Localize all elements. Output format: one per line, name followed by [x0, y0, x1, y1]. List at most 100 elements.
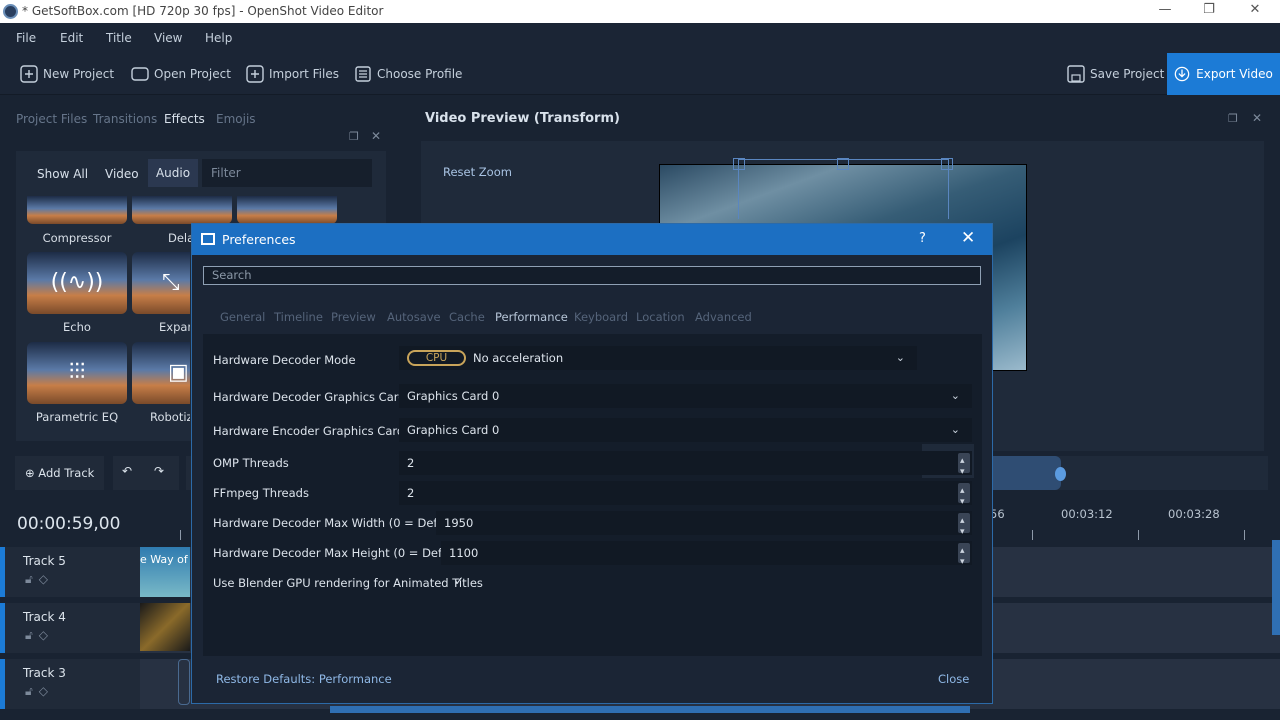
hw-encoder-card-select[interactable]: Graphics Card 0 ⌄ [399, 418, 972, 442]
timeline-scrollbar[interactable] [1272, 540, 1280, 635]
tab-emojis[interactable]: Emojis [216, 112, 256, 126]
menu-file[interactable]: File [16, 31, 36, 45]
spin-arrows[interactable] [958, 449, 970, 484]
export-video-label: Export Video [1196, 67, 1273, 81]
track-header[interactable]: Track 4 🔓︎◇ [0, 603, 140, 653]
horizontal-scrollbar[interactable] [330, 706, 970, 713]
filter-audio[interactable]: Audio [148, 159, 198, 187]
tab-cache[interactable]: Cache [449, 310, 485, 324]
lock-icon[interactable]: 🔓︎◇ [25, 572, 54, 587]
dialog-close-icon[interactable]: ✕ [961, 228, 975, 248]
effect-label: Expanc [159, 320, 190, 334]
filter-input[interactable]: Filter [202, 159, 372, 187]
timeline-clip[interactable] [140, 603, 190, 651]
effect-compressor[interactable]: Compressor [27, 196, 127, 245]
zoom-slider-handle[interactable] [1055, 467, 1066, 481]
transform-handle[interactable] [837, 158, 849, 170]
hw-encoder-card-value: Graphics Card 0 [407, 423, 500, 437]
close-button[interactable]: Close [938, 672, 969, 686]
minimize-button[interactable]: — [1150, 2, 1180, 20]
spin-arrows[interactable] [958, 479, 970, 514]
preview-title: Video Preview (Transform) [425, 111, 620, 126]
open-project-button[interactable]: Open Project [131, 63, 231, 85]
hw-decoder-card-value: Graphics Card 0 [407, 389, 500, 403]
robot-thumbnail: ▣ [132, 342, 190, 404]
effect-tile[interactable] [237, 196, 337, 224]
tab-keyboard[interactable]: Keyboard [574, 310, 628, 324]
filter-video[interactable]: Video [105, 167, 139, 181]
lock-icon[interactable]: 🔓︎◇ [25, 628, 54, 643]
max-width-value: 1950 [444, 516, 474, 530]
hw-decoder-mode-value: No acceleration [473, 351, 564, 365]
track-header[interactable]: Track 3 🔓︎◇ [0, 659, 140, 709]
timeline-clip[interactable]: e Way of W [140, 547, 202, 597]
hw-decoder-card-select[interactable]: Graphics Card 0 ⌄ [399, 384, 972, 408]
import-files-button[interactable]: Import Files [246, 63, 339, 85]
tab-preview[interactable]: Preview [331, 310, 376, 324]
transform-handle[interactable] [941, 158, 953, 170]
track-name: Track 5 [23, 554, 66, 568]
zoom-slider-track[interactable] [993, 456, 1268, 490]
omp-threads-spinbox[interactable]: 2 [399, 449, 972, 484]
add-track-button[interactable]: ⊕ Add Track [15, 456, 104, 490]
chevron-down-icon: ⌄ [950, 423, 960, 436]
filter-show-all[interactable]: Show All [37, 167, 88, 181]
hw-decoder-mode-select[interactable]: CPU No acceleration ⌄ [399, 346, 917, 370]
lock-icon[interactable]: 🔓︎◇ [25, 684, 54, 699]
tab-timeline[interactable]: Timeline [274, 310, 323, 324]
dialog-window-icon [201, 233, 215, 245]
close-window-button[interactable]: ✕ [1240, 2, 1270, 20]
maximize-button[interactable]: ❐ [1194, 2, 1224, 20]
reset-zoom-button[interactable]: Reset Zoom [443, 165, 512, 179]
tab-location[interactable]: Location [636, 310, 685, 324]
effect-echo[interactable]: ((∿)) Echo [27, 252, 127, 334]
redo-icon[interactable]: ↷ [154, 464, 164, 478]
effect-expander[interactable]: ⤡ Expanc [132, 252, 190, 334]
max-width-spinbox[interactable]: 1950 [436, 509, 972, 544]
zoom-slider-fill [993, 456, 1061, 490]
window-title-bar: * GetSoftBox.com [HD 720p 30 fps] - Open… [0, 0, 1280, 23]
tab-autosave[interactable]: Autosave [387, 310, 441, 324]
save-project-button[interactable]: Save Project [1067, 63, 1164, 85]
undo-icon[interactable]: ↶ [122, 464, 132, 478]
ruler-tick [1138, 530, 1139, 540]
undo-redo-group: ↶ ↷ [113, 456, 179, 490]
export-icon [1174, 66, 1190, 82]
effect-robotization[interactable]: ▣ Robotiz [132, 342, 190, 424]
menu-edit[interactable]: Edit [60, 31, 83, 45]
max-height-spinbox[interactable]: 1100 [441, 539, 972, 574]
effect-label: Compressor [42, 231, 112, 245]
choose-profile-button[interactable]: Choose Profile [354, 63, 462, 85]
restore-defaults-button[interactable]: Restore Defaults: Performance [216, 672, 392, 686]
menu-help[interactable]: Help [205, 31, 232, 45]
tab-advanced[interactable]: Advanced [695, 310, 752, 324]
ffmpeg-threads-spinbox[interactable]: 2 [399, 479, 972, 514]
close-preview-icon[interactable]: ✕ [1252, 111, 1262, 125]
echo-thumbnail: ((∿)) [27, 252, 127, 314]
help-button[interactable]: ? [919, 231, 926, 246]
blender-gpu-checkbox[interactable]: ✓ [454, 574, 464, 588]
spin-arrows[interactable] [958, 509, 970, 544]
menu-title[interactable]: Title [106, 31, 132, 45]
omp-threads-label: OMP Threads [213, 456, 289, 470]
new-project-button[interactable]: New Project [20, 63, 114, 85]
menu-view[interactable]: View [154, 31, 182, 45]
tab-general[interactable]: General [220, 310, 265, 324]
float-panel-icon[interactable]: ❐ [349, 130, 359, 143]
tab-transitions[interactable]: Transitions [93, 112, 157, 126]
effect-label: Parametric EQ [35, 410, 119, 424]
timeline-clip[interactable] [178, 659, 190, 705]
track-header[interactable]: Track 5 🔓︎◇ [0, 547, 140, 597]
tab-project-files[interactable]: Project Files [16, 112, 87, 126]
spin-arrows[interactable] [958, 539, 970, 574]
tab-performance[interactable]: Performance [495, 310, 568, 324]
preferences-search-input[interactable]: Search [203, 266, 981, 285]
close-panel-icon[interactable]: ✕ [371, 129, 381, 143]
effect-parametric-eq[interactable]: ⫶⫶⫶ Parametric EQ [27, 342, 127, 424]
tab-effects[interactable]: Effects [164, 112, 205, 126]
effect-thumbnail [27, 196, 127, 224]
export-video-button[interactable]: Export Video [1167, 53, 1280, 95]
transform-handle[interactable] [733, 158, 745, 170]
choose-profile-label: Choose Profile [377, 67, 463, 81]
float-preview-icon[interactable]: ❐ [1228, 112, 1238, 125]
